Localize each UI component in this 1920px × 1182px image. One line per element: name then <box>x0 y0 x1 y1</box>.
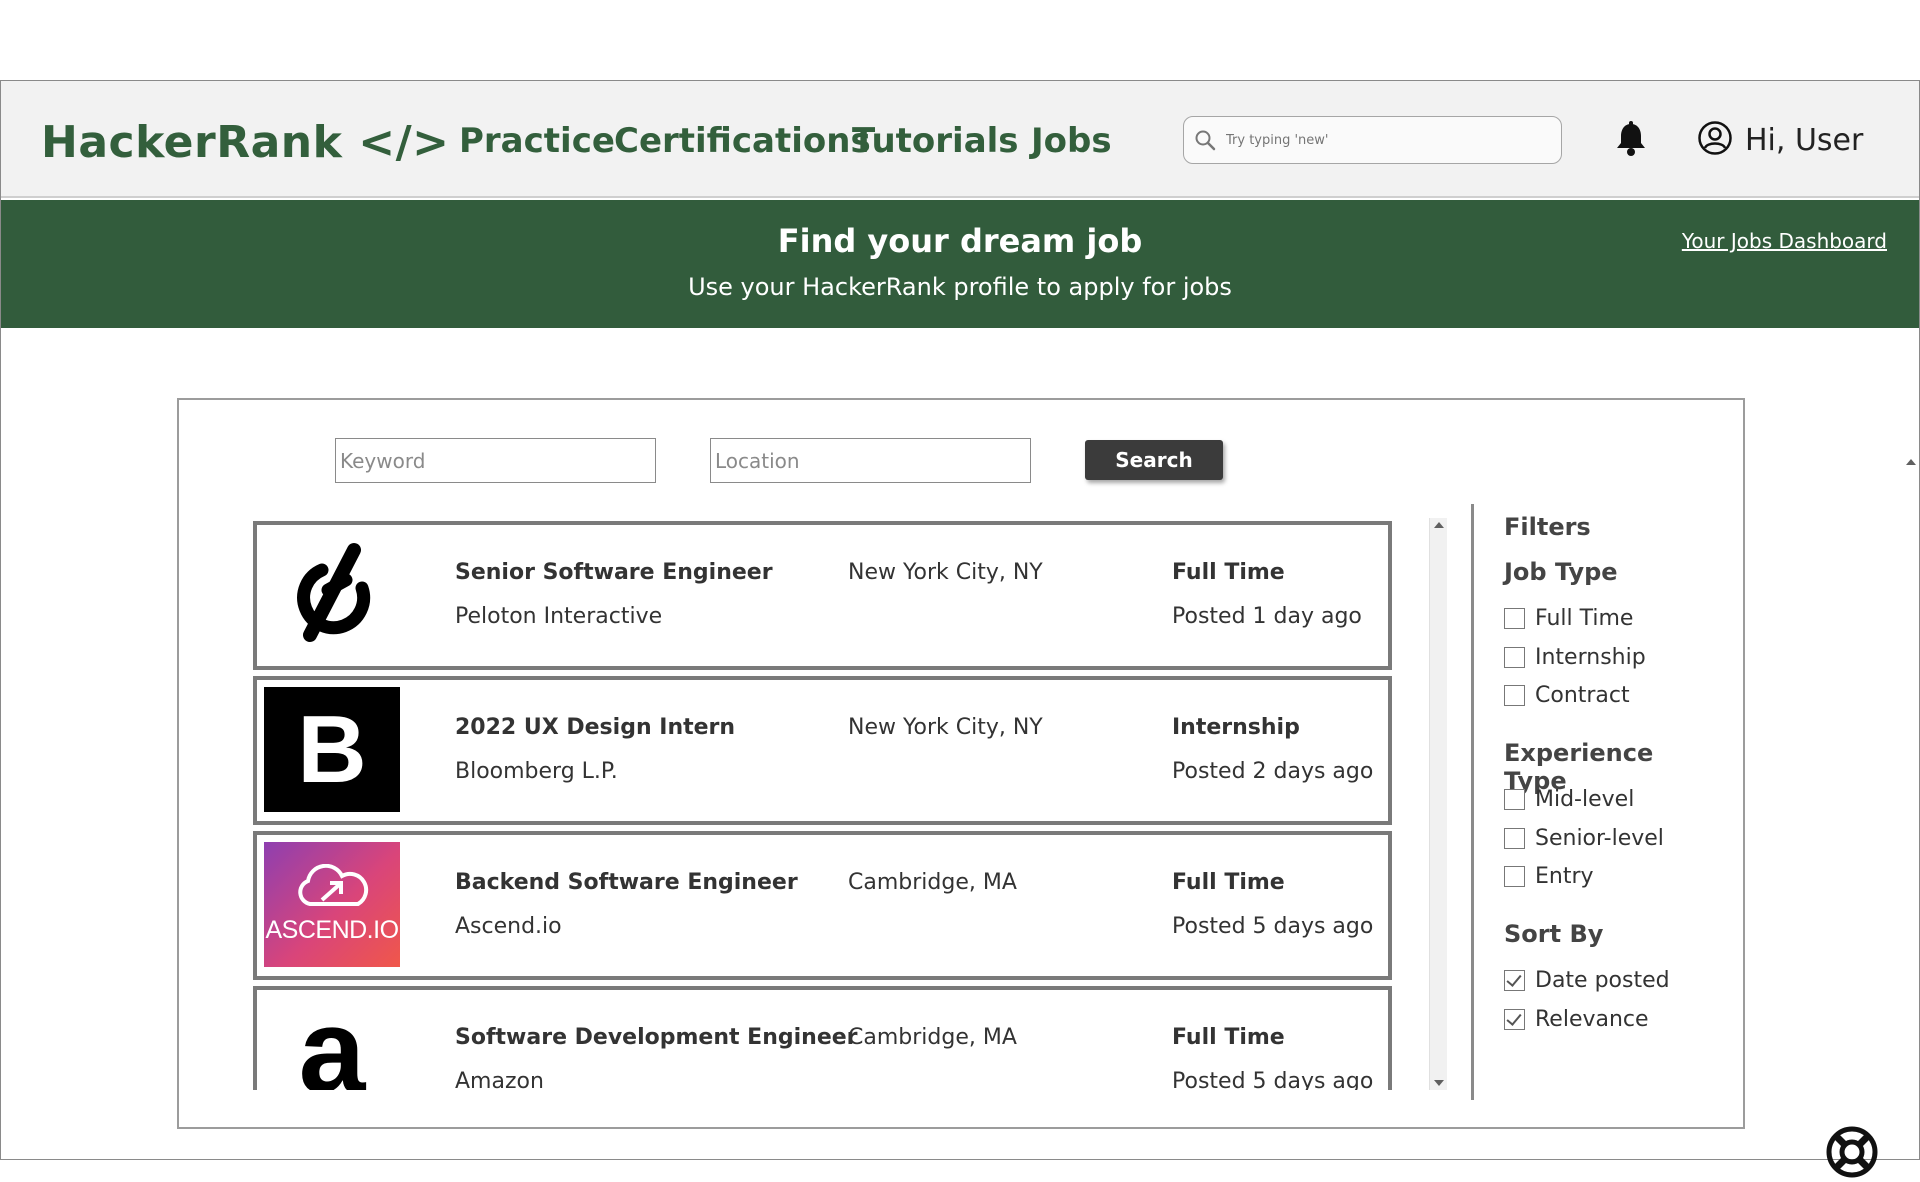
sort-by-heading: Sort By <box>1504 920 1604 948</box>
job-posted-date: Posted 5 days ago <box>1172 914 1374 939</box>
job-type: Full Time <box>1172 1025 1285 1050</box>
scroll-down-arrow-icon[interactable] <box>1434 1080 1444 1086</box>
sort-date-posted[interactable]: Date posted <box>1504 968 1670 993</box>
job-title[interactable]: Software Development Engineer <box>455 1025 858 1050</box>
checkbox[interactable] <box>1504 685 1525 706</box>
filter-senior-level[interactable]: Senior-level <box>1504 826 1664 851</box>
job-company: Amazon <box>455 1069 544 1090</box>
job-location: Cambridge, MA <box>848 1025 1017 1050</box>
checkbox-checked[interactable] <box>1504 970 1525 991</box>
jobs-dashboard-link[interactable]: Your Jobs Dashboard <box>1682 229 1887 253</box>
job-company: Bloomberg L.P. <box>455 759 618 784</box>
filters-heading: Filters <box>1504 513 1591 541</box>
job-posted-date: Posted 5 days ago <box>1172 1069 1374 1090</box>
bloomberg-logo: B <box>264 687 400 812</box>
search-icon <box>1194 129 1216 155</box>
help-lifebuoy-icon[interactable] <box>1826 1126 1878 1182</box>
banner-subtitle: Use your HackerRank profile to apply for… <box>688 273 1232 301</box>
amazon-logo: a <box>264 997 400 1090</box>
job-posted-date: Posted 2 days ago <box>1172 759 1374 784</box>
bell-icon[interactable] <box>1614 121 1648 161</box>
checkbox[interactable] <box>1504 828 1525 849</box>
app-window: HackerRank </> Practice Certifications T… <box>0 80 1920 1178</box>
filter-entry[interactable]: Entry <box>1504 864 1594 889</box>
checkbox-checked[interactable] <box>1504 1009 1525 1030</box>
job-posted-date: Posted 1 day ago <box>1172 604 1362 629</box>
search-button[interactable]: Search <box>1085 440 1223 480</box>
user-menu[interactable]: Hi, User <box>1697 120 1863 160</box>
filter-full-time[interactable]: Full Time <box>1504 606 1633 631</box>
banner-title: Find your dream job <box>777 222 1143 260</box>
peloton-logo <box>264 532 400 657</box>
filter-mid-level[interactable]: Mid-level <box>1504 787 1634 812</box>
nav-certifications[interactable]: Certifications <box>614 121 871 161</box>
job-type: Full Time <box>1172 870 1285 895</box>
checkbox[interactable] <box>1504 866 1525 887</box>
checkbox[interactable] <box>1504 789 1525 810</box>
job-location: Cambridge, MA <box>848 870 1017 895</box>
job-list-scrollbar[interactable] <box>1429 518 1447 1090</box>
job-company: Peloton Interactive <box>455 604 663 629</box>
sort-relevance[interactable]: Relevance <box>1504 1007 1649 1032</box>
keyword-input[interactable] <box>335 438 656 483</box>
nav-tutorials[interactable]: Tutorials <box>852 121 1019 161</box>
job-company: Ascend.io <box>455 914 562 939</box>
user-icon <box>1697 120 1733 160</box>
checkbox[interactable] <box>1504 647 1525 668</box>
ascend-logo: ASCEND.IO <box>264 842 400 967</box>
checkbox[interactable] <box>1504 608 1525 629</box>
job-card[interactable]: ASCEND.IO Backend Software Engineer Asce… <box>253 831 1392 980</box>
job-title[interactable]: 2022 UX Design Intern <box>455 715 735 740</box>
job-location: New York City, NY <box>848 715 1043 740</box>
job-type-heading: Job Type <box>1504 558 1618 586</box>
filter-internship[interactable]: Internship <box>1504 645 1646 670</box>
location-input[interactable] <box>710 438 1031 483</box>
nav-jobs[interactable]: Jobs <box>1031 121 1112 161</box>
filter-contract[interactable]: Contract <box>1504 683 1630 708</box>
filters-divider <box>1471 504 1474 1100</box>
job-location: New York City, NY <box>848 560 1043 585</box>
job-list: Senior Software Engineer Peloton Interac… <box>253 521 1393 1090</box>
job-card[interactable]: Senior Software Engineer Peloton Interac… <box>253 521 1392 670</box>
hackerrank-logo[interactable]: HackerRank </> <box>41 117 450 168</box>
job-type: Internship <box>1172 715 1300 740</box>
hero-banner: Find your dream job Use your HackerRank … <box>1 200 1919 328</box>
page-scroll-up-icon[interactable] <box>1906 459 1916 465</box>
global-search-input[interactable] <box>1226 128 1546 152</box>
job-type: Full Time <box>1172 560 1285 585</box>
job-title[interactable]: Senior Software Engineer <box>455 560 773 585</box>
job-card[interactable]: B 2022 UX Design Intern Bloomberg L.P. N… <box>253 676 1392 825</box>
jobs-panel: Search Senior Software Engineer Peloton … <box>177 398 1745 1129</box>
user-greeting: Hi, User <box>1745 122 1864 158</box>
scroll-up-arrow-icon[interactable] <box>1434 522 1444 528</box>
job-title[interactable]: Backend Software Engineer <box>455 870 798 895</box>
nav-practice[interactable]: Practice <box>459 121 615 161</box>
global-search[interactable] <box>1183 116 1562 164</box>
job-card[interactable]: a Software Development Engineer Amazon C… <box>253 986 1392 1090</box>
top-navbar: HackerRank </> Practice Certifications T… <box>1 81 1919 198</box>
